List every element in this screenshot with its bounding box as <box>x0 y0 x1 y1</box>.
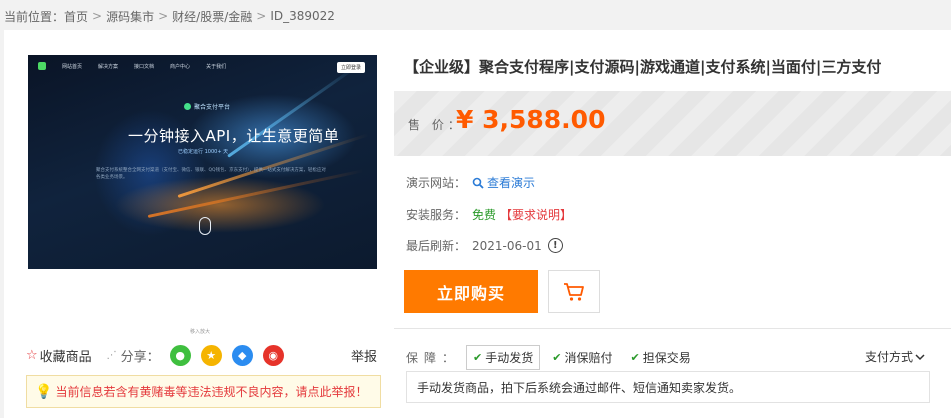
share-icon: ⋰ <box>106 349 117 361</box>
price-box: 售 价： ¥ 3,588.00 <box>394 91 951 156</box>
preview-sub-text: 已稳定运行 1000+ 天 <box>178 149 229 155</box>
favorite-label: 收藏商品 <box>39 349 92 365</box>
shield-check-icon: ✔ <box>630 350 640 364</box>
payment-method-dropdown[interactable]: 支付方式 <box>865 348 925 365</box>
star-icon: ☆ <box>26 347 38 363</box>
search-icon <box>472 177 484 189</box>
guarantee-item-label: 消保赔付 <box>564 350 613 365</box>
share-group: ⋰ 分享： ● ★ ◆ ◉ <box>106 344 284 366</box>
preview-brand: 聚合支付平台 <box>184 102 230 111</box>
install-row: 安装服务： 免费 【要求说明】 <box>406 206 572 223</box>
preview-topbar: 网站首页 解决方案 接口文档 商户中心 关于我们 立即登录 <box>28 55 377 77</box>
buy-now-button[interactable]: 立即购买 <box>404 270 538 313</box>
preview-nav-item: 接口文档 <box>134 63 155 70</box>
qzone-share-icon[interactable]: ★ <box>200 344 222 366</box>
payment-method-label: 支付方式 <box>864 350 913 364</box>
install-note-link[interactable]: 【要求说明】 <box>500 206 572 223</box>
preview-nav-item: 关于我们 <box>206 63 227 70</box>
preview-nav-item: 解决方案 <box>98 63 119 70</box>
product-card: 网站首页 解决方案 接口文档 商户中心 关于我们 立即登录 聚合支付平台 一分钟… <box>4 30 951 418</box>
warning-text: 当前信息若含有黄赌毒等违法违规不良内容，请点此举报！ <box>55 385 368 399</box>
chevron-down-icon <box>915 353 925 360</box>
add-to-cart-button[interactable] <box>548 270 600 313</box>
divider <box>394 328 951 329</box>
guarantee-tab-manual-delivery[interactable]: ✔ 手动发货 <box>466 344 541 370</box>
guarantee-description: 手动发货商品，拍下后系统会通过邮件、短信通知卖家发货。 <box>406 371 930 403</box>
preview-nav-item: 网站首页 <box>62 63 83 70</box>
guarantee-item-label: 担保交易 <box>642 350 691 365</box>
guarantee-item-label: 手动发货 <box>485 350 534 365</box>
favorite-button[interactable]: ☆ 收藏商品 <box>26 346 92 365</box>
preview-brand-icon <box>184 103 191 110</box>
share-label: 分享： <box>120 349 160 365</box>
guarantee-tab-compensation[interactable]: ✔ 消保赔付 <box>546 346 618 369</box>
refresh-date: 2021-06-01 <box>472 238 542 253</box>
demo-link-text: 查看演示 <box>487 176 536 190</box>
cart-icon <box>564 282 584 301</box>
preview-nav-item: 商户中心 <box>170 63 191 70</box>
breadcrumb-market[interactable]: 源码集市 <box>106 8 154 25</box>
breadcrumb-home[interactable]: 首页 <box>64 8 88 25</box>
preview-caption: 移入放大 <box>190 329 211 335</box>
demo-row: 演示网站： 查看演示 <box>406 174 535 191</box>
preview-hero-text: 一分钟接入API，让生意更简单 <box>128 127 340 145</box>
content-warning[interactable]: 💡 当前信息若含有黄赌毒等违法违规不良内容，请点此举报！ <box>26 375 381 408</box>
check-icon: ✔ <box>552 350 562 364</box>
install-value: 免费 <box>472 208 497 222</box>
refresh-label: 最后刷新： <box>406 239 467 253</box>
guarantee-label: 保障： <box>406 350 461 365</box>
breadcrumb-category[interactable]: 财经/股票/金融 <box>172 8 252 25</box>
lightbulb-icon: 💡 <box>35 383 53 400</box>
price-value: ¥ 3,588.00 <box>456 105 606 134</box>
breadcrumb-separator: > <box>92 9 103 23</box>
breadcrumb-separator: > <box>256 9 267 23</box>
wechat-share-icon[interactable]: ● <box>169 344 191 366</box>
demo-link[interactable]: 查看演示 <box>472 174 535 191</box>
product-title: 【企业级】聚合支付程序|支付源码|游戏通道|支付系统|当面付|三方支付 <box>404 58 882 76</box>
breadcrumb-separator: > <box>158 9 169 23</box>
install-label: 安装服务： <box>406 208 467 222</box>
breadcrumb-current: ID_389022 <box>270 9 335 23</box>
refresh-row: 最后刷新： 2021-06-01 ! <box>406 237 563 254</box>
breadcrumb-prefix: 当前位置： <box>4 9 65 24</box>
info-icon[interactable]: ! <box>547 238 563 253</box>
product-actions: ☆ 收藏商品 ⋰ 分享： ● ★ ◆ ◉ 举报 <box>26 344 377 366</box>
preview-scroll-mouse-icon <box>199 217 211 235</box>
qq-share-icon[interactable]: ◆ <box>231 344 253 366</box>
preview-login-button: 立即登录 <box>336 62 365 73</box>
preview-logo-icon <box>38 62 46 70</box>
weibo-share-icon[interactable]: ◉ <box>262 344 284 366</box>
demo-label: 演示网站： <box>406 176 467 190</box>
preview-paragraph: 聚合支付系统整合全网支付渠道（支付宝、微信、银联、QQ钱包、京东支付），提供一站… <box>96 168 326 180</box>
preview-brand-text: 聚合支付平台 <box>194 104 231 111</box>
product-preview-image[interactable]: 网站首页 解决方案 接口文档 商户中心 关于我们 立即登录 聚合支付平台 一分钟… <box>28 55 377 269</box>
breadcrumb: 当前位置： 首页 > 源码集市 > 财经/股票/金融 > ID_389022 <box>4 6 335 26</box>
report-link[interactable]: 举报 <box>351 346 377 365</box>
guarantee-tab-escrow[interactable]: ✔ 担保交易 <box>624 346 696 369</box>
check-icon: ✔ <box>473 350 483 364</box>
guarantee-bar: 保障： ✔ 手动发货 ✔ 消保赔付 ✔ 担保交易 <box>406 344 703 370</box>
